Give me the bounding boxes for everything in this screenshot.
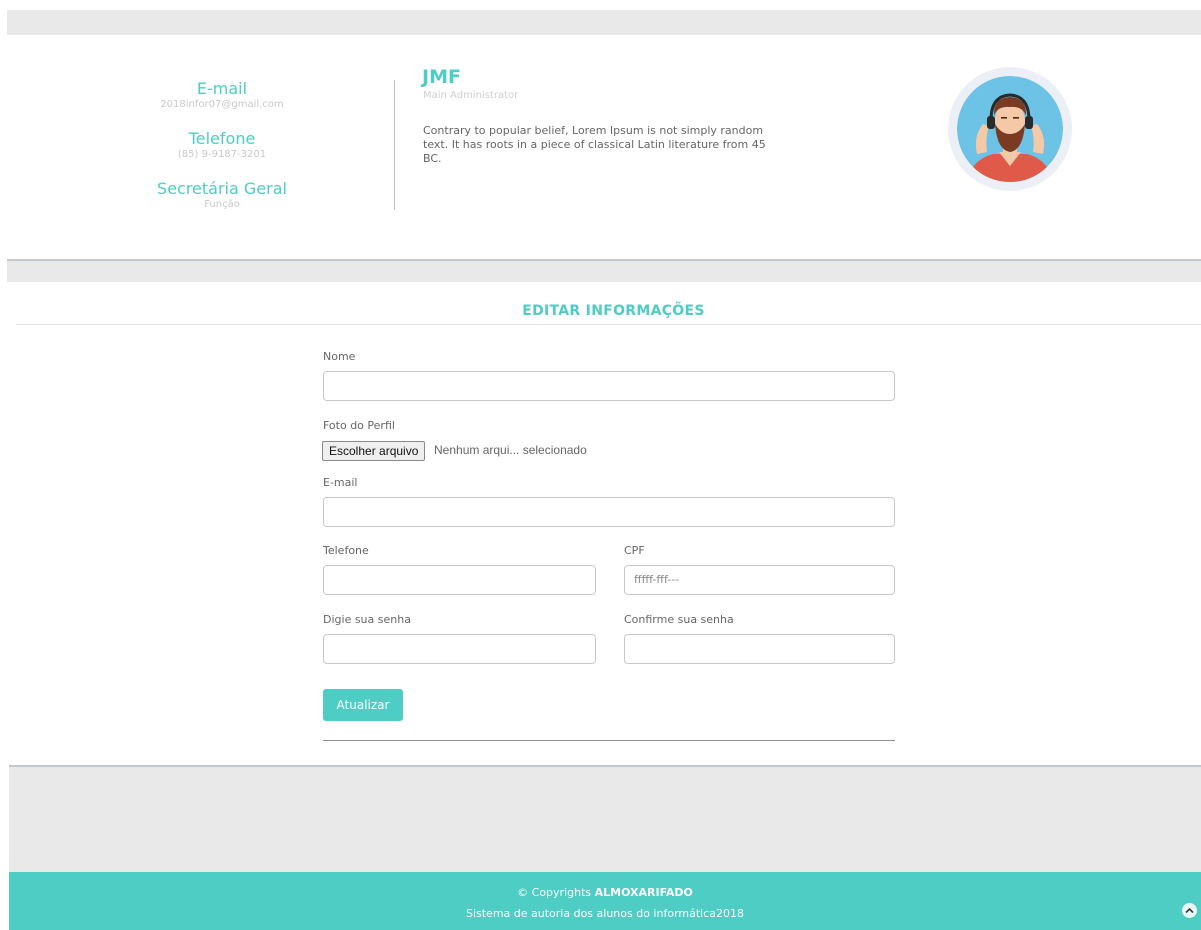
role-label: Função (204, 199, 240, 210)
nome-input[interactable] (323, 371, 895, 401)
email-label: E-mail (323, 476, 358, 489)
footer-subtitle: Sistema de autoria dos alunos do informá… (465, 907, 745, 920)
footer-copyright: © Copyrights ALMOXARIFADO (9, 886, 1201, 899)
footer: © Copyrights ALMOXARIFADO Sistema de aut… (9, 872, 1201, 930)
email-value: 2018infor07@gmail.com (160, 99, 284, 110)
confirma-senha-input[interactable] (624, 634, 895, 664)
confirma-senha-label: Confirme sua senha (624, 613, 734, 626)
nome-label: Nome (323, 350, 356, 363)
top-band (7, 10, 1201, 35)
divider-band (7, 261, 1201, 282)
profile-name: JMF (422, 66, 461, 88)
contact-role: Secretária Geral Função (127, 179, 317, 210)
email-title: E-mail (196, 79, 248, 98)
email-input[interactable] (323, 497, 895, 527)
choose-file-button[interactable]: Escolher arquivo (322, 441, 426, 461)
profile-role: Main Administrator (423, 90, 519, 101)
senha-label: Digie sua senha (323, 613, 411, 626)
footer-brand: ALMOXARIFADO (594, 886, 693, 899)
profile-divider (394, 80, 395, 210)
profile-bio: Contrary to popular belief, Lorem Ipsum … (423, 124, 766, 165)
cpf-input[interactable]: fffff-fff--- (624, 565, 895, 595)
bottom-band (9, 765, 1201, 872)
avatar (948, 67, 1072, 191)
cpf-label: CPF (624, 544, 645, 557)
file-status: Nenhum arqui... selecionado (434, 443, 587, 457)
section-underline (16, 324, 1201, 325)
foto-label: Foto do Perfil (323, 419, 395, 432)
chevron-up-icon (1185, 907, 1194, 914)
role-title: Secretária Geral (157, 179, 287, 198)
contact-email: E-mail 2018infor07@gmail.com (127, 79, 317, 110)
telefone-label: Telefone (323, 544, 369, 557)
telefone-input[interactable] (323, 565, 596, 595)
section-title: EDITAR INFORMAÇÕES (522, 303, 705, 319)
atualizar-button[interactable]: Atualizar (323, 689, 403, 721)
copyright-prefix: © Copyrights (517, 886, 595, 899)
form-divider (323, 740, 895, 741)
profile-card: E-mail 2018infor07@gmail.com Telefone (8… (7, 35, 1201, 261)
avatar-icon (957, 76, 1063, 182)
contact-phone: Telefone (85) 9-9187-3201 (127, 129, 317, 160)
phone-title: Telefone (188, 129, 256, 148)
back-to-top-button[interactable] (1182, 903, 1197, 918)
senha-input[interactable] (323, 634, 596, 664)
phone-value: (85) 9-9187-3201 (177, 149, 267, 160)
